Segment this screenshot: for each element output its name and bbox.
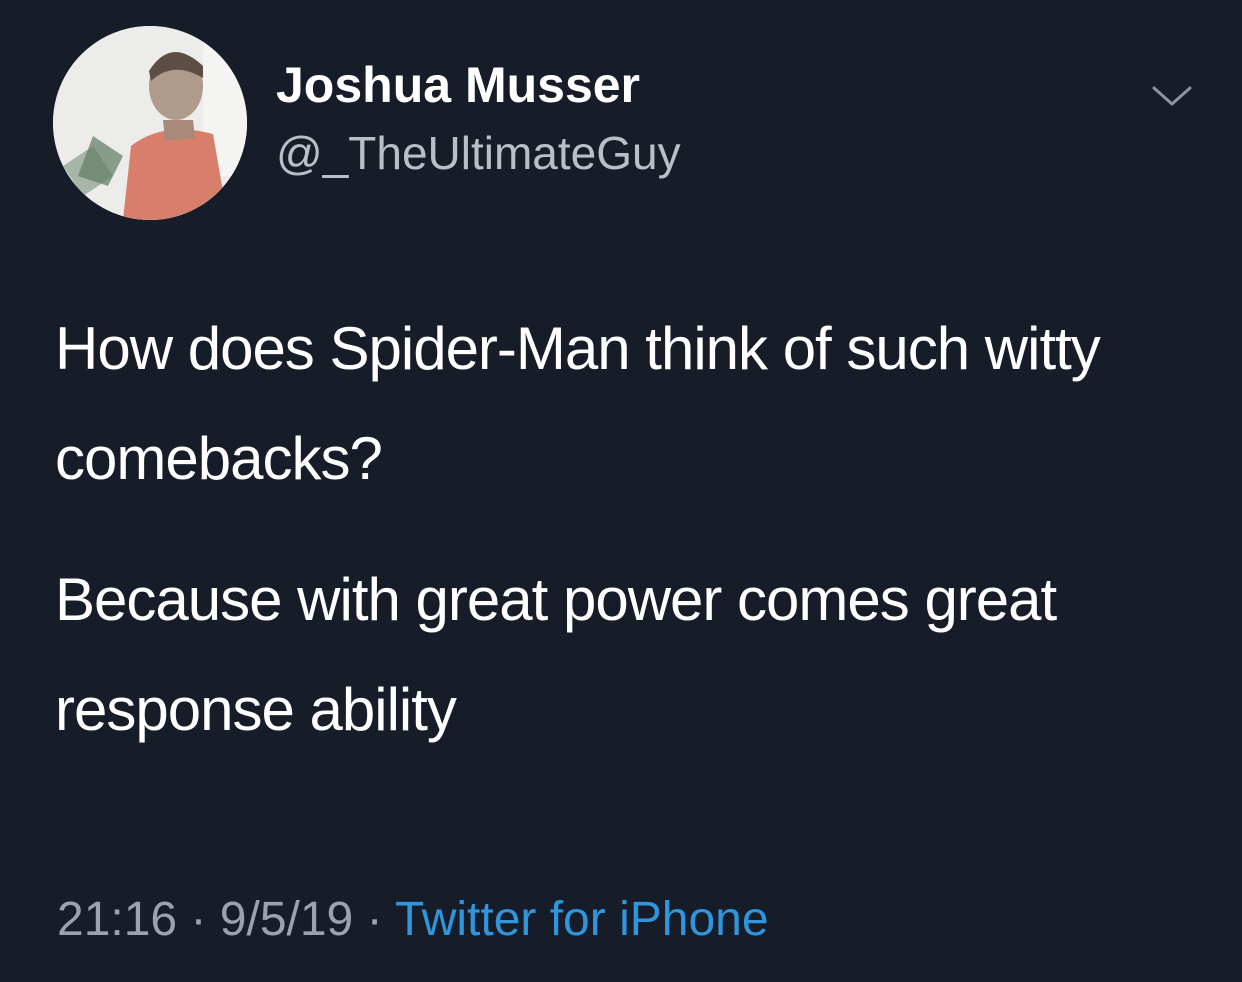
tweet-time: 21:16 (57, 893, 178, 946)
avatar[interactable] (53, 26, 247, 220)
avatar-photo (53, 26, 247, 220)
meta-separator: · (353, 893, 396, 946)
tweet-text-line-2: Because with great power comes great res… (55, 566, 1057, 743)
tweet-date: 9/5/19 (219, 893, 354, 946)
tweet-source-link[interactable]: Twitter for iPhone (395, 893, 769, 946)
author-display-name[interactable]: Joshua Musser (276, 56, 640, 114)
tweet-text-line-1: How does Spider-Man think of such witty … (55, 315, 1101, 492)
author-handle[interactable]: @_TheUltimateGuy (276, 126, 681, 180)
chevron-down-icon[interactable] (1150, 80, 1194, 110)
meta-separator: · (177, 893, 220, 946)
tweet-card: Joshua Musser @_TheUltimateGuy How does … (0, 0, 1242, 982)
tweet-meta: 21:16 · 9/5/19 · Twitter for iPhone (57, 892, 769, 947)
